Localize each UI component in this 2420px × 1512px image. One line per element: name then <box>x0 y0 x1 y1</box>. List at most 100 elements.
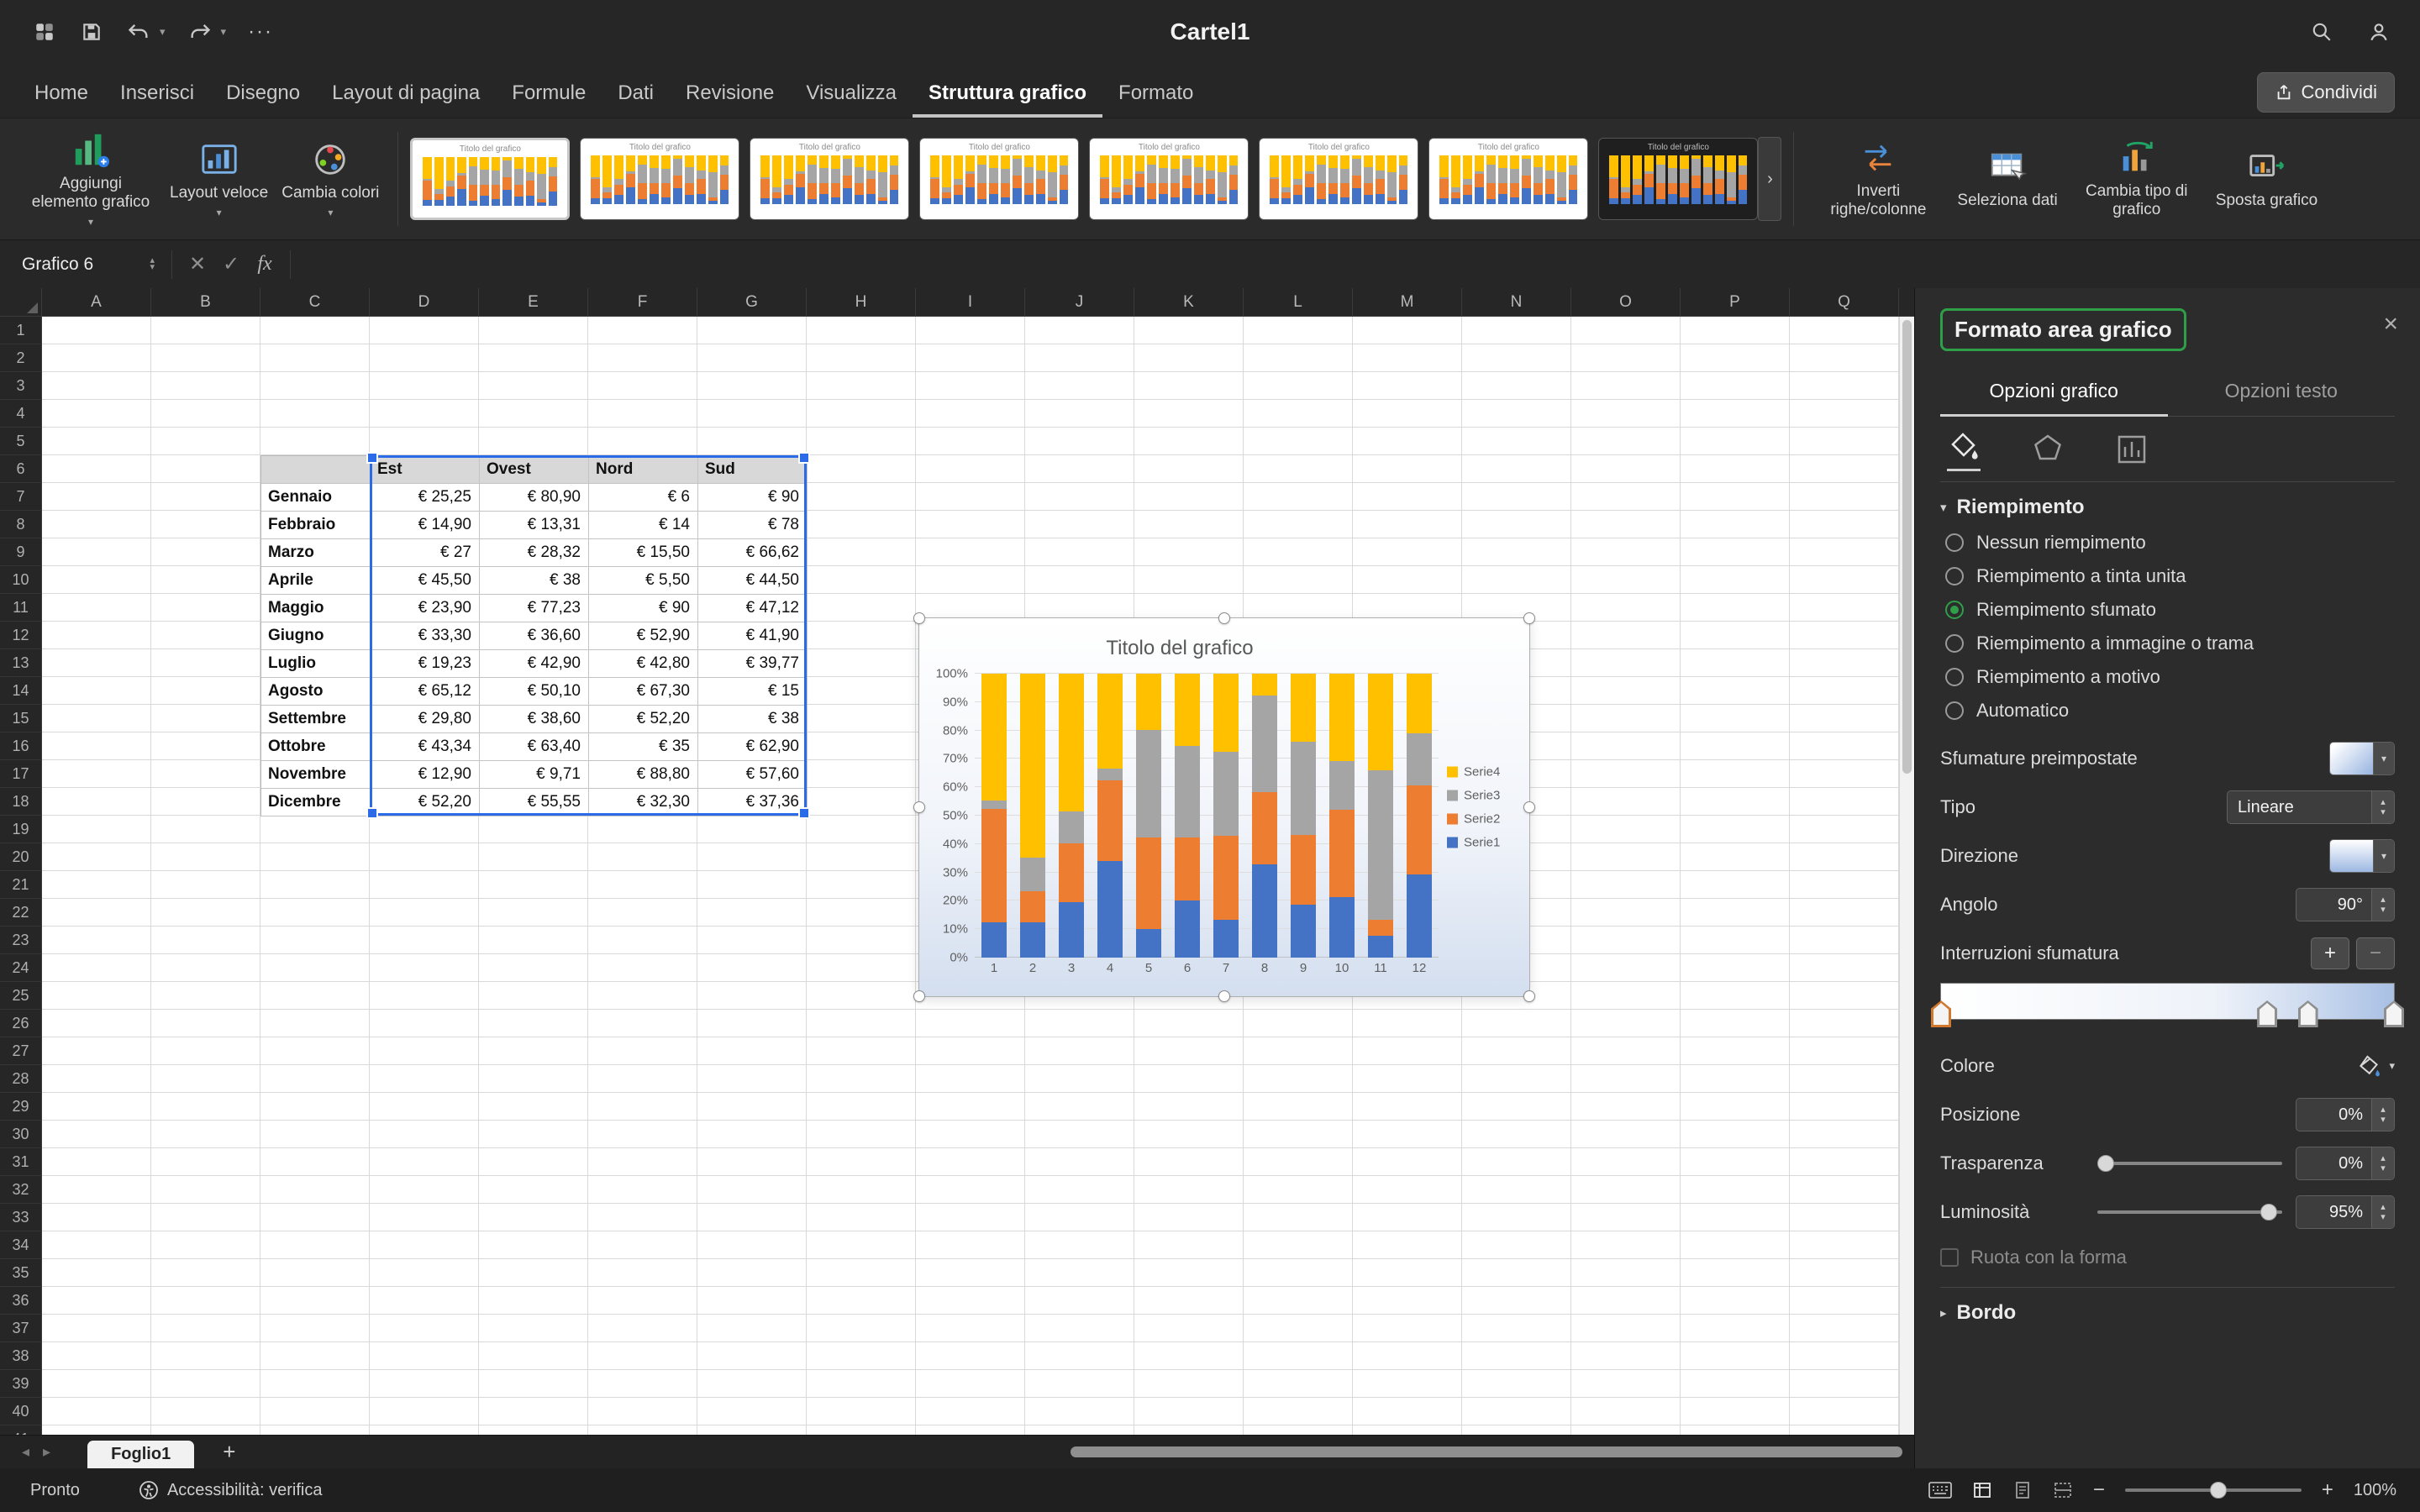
bar-segment-serie4[interactable] <box>1213 674 1239 752</box>
gradient-stop[interactable] <box>2257 1000 2277 1027</box>
chart-resize-handle[interactable] <box>913 801 925 813</box>
column-header-e[interactable]: E <box>479 288 588 317</box>
column-header-f[interactable]: F <box>588 288 697 317</box>
column-header-k[interactable]: K <box>1134 288 1244 317</box>
column-header-a[interactable]: A <box>42 288 151 317</box>
chart-resize-handle[interactable] <box>1218 612 1230 624</box>
select-data-button[interactable]: Seleziona dati <box>1950 143 2064 215</box>
row-header-39[interactable]: 39 <box>0 1370 41 1398</box>
border-section-header[interactable]: ▸ Bordo <box>1940 1301 2395 1325</box>
stepper-arrows-icon[interactable]: ▴▾ <box>2371 1099 2394 1131</box>
row-header-16[interactable]: 16 <box>0 732 41 760</box>
fill-line-icon[interactable] <box>1947 430 1981 471</box>
radio-button[interactable] <box>1945 533 1964 552</box>
close-icon[interactable]: × <box>2383 312 2398 337</box>
value-cell[interactable]: € 52,20 <box>371 789 480 816</box>
zoom-slider[interactable] <box>2125 1488 2302 1492</box>
bar-segment-serie1[interactable] <box>1329 897 1355 958</box>
bar-segment-serie4[interactable] <box>1291 674 1316 742</box>
brightness-stepper[interactable]: 95% ▴▾ <box>2296 1195 2395 1229</box>
add-gradient-stop-button[interactable]: + <box>2311 937 2349 969</box>
gradient-stop[interactable] <box>1931 1000 1951 1027</box>
bar-segment-serie3[interactable] <box>1175 746 1200 837</box>
chart-resize-handle[interactable] <box>913 990 925 1002</box>
name-box[interactable]: Grafico 6 ▴▾ <box>0 255 163 275</box>
bar-segment-serie3[interactable] <box>1368 770 1393 920</box>
value-cell[interactable]: € 50,10 <box>480 678 589 706</box>
chart-object[interactable]: Titolo del grafico 0%10%20%30%40%50%60%7… <box>918 617 1530 997</box>
value-cell[interactable]: € 52,90 <box>589 622 698 650</box>
switch-row-column-button[interactable]: Inverti righe/colonne <box>1806 134 1950 224</box>
row-header-9[interactable]: 9 <box>0 538 41 566</box>
value-cell[interactable]: € 35 <box>589 733 698 761</box>
bar-segment-serie3[interactable] <box>1291 742 1316 835</box>
search-icon[interactable] <box>2309 19 2334 45</box>
row-header-6[interactable]: 6 <box>0 455 41 483</box>
change-colors-button[interactable]: Cambia colori ▾ <box>275 135 386 223</box>
cancel-entry-icon[interactable]: ✕ <box>181 252 214 276</box>
bar-segment-serie3[interactable] <box>1136 730 1161 837</box>
gradient-color-dropdown[interactable]: ▾ <box>2355 1053 2395 1079</box>
chart-bar[interactable] <box>1213 674 1239 958</box>
brightness-slider[interactable] <box>2097 1210 2282 1214</box>
month-cell[interactable]: Dicembre <box>261 789 371 816</box>
chart-style-thumbnail-8[interactable]: Titolo del grafico <box>1598 138 1758 220</box>
gradient-stop-bar[interactable] <box>1940 983 2395 1020</box>
value-cell[interactable]: € 36,60 <box>480 622 589 650</box>
chart-plot-area[interactable]: 0%10%20%30%40%50%60%70%80%90%100% <box>975 674 1439 958</box>
fill-option[interactable]: Riempimento a immagine o trama <box>1945 627 2395 660</box>
value-cell[interactable]: € 13,31 <box>480 512 589 539</box>
chart-title[interactable]: Titolo del grafico <box>919 637 1440 660</box>
tab-home[interactable]: Home <box>18 81 104 118</box>
bar-segment-serie4[interactable] <box>981 674 1007 800</box>
column-header-p[interactable]: P <box>1681 288 1790 317</box>
insert-function-icon[interactable]: fx <box>248 253 281 276</box>
slider-knob[interactable] <box>2260 1204 2277 1221</box>
prev-sheet-icon[interactable]: ◂ <box>22 1443 29 1461</box>
value-cell[interactable]: € 38,60 <box>480 706 589 733</box>
value-cell[interactable]: € 57,60 <box>698 761 808 789</box>
row-header-32[interactable]: 32 <box>0 1176 41 1204</box>
month-cell[interactable]: Febbraio <box>261 512 371 539</box>
save-icon[interactable] <box>79 19 104 45</box>
remove-gradient-stop-button[interactable]: − <box>2356 937 2395 969</box>
chart-bar[interactable] <box>1291 674 1316 958</box>
name-box-spinner-icon[interactable]: ▴▾ <box>150 258 155 270</box>
zoom-level[interactable]: 100% <box>2354 1481 2396 1500</box>
bar-segment-serie4[interactable] <box>1020 674 1045 858</box>
table-header-cell[interactable]: Sud <box>698 456 808 484</box>
gradient-stop[interactable] <box>2384 1000 2404 1027</box>
add-chart-element-button[interactable]: Aggiungi elemento grafico ▾ <box>18 126 163 232</box>
value-cell[interactable]: € 43,34 <box>371 733 480 761</box>
bar-segment-serie2[interactable] <box>1407 785 1432 874</box>
radio-button[interactable] <box>1945 567 1964 585</box>
value-cell[interactable]: € 42,90 <box>480 650 589 678</box>
row-header-1[interactable]: 1 <box>0 317 41 344</box>
chart-bar[interactable] <box>1097 674 1123 958</box>
bar-segment-serie2[interactable] <box>1175 837 1200 900</box>
row-header-27[interactable]: 27 <box>0 1037 41 1065</box>
bar-segment-serie4[interactable] <box>1175 674 1200 746</box>
month-cell[interactable]: Marzo <box>261 539 371 567</box>
confirm-entry-icon[interactable]: ✓ <box>214 252 248 276</box>
select-all-corner[interactable] <box>0 288 42 317</box>
chart-resize-handle[interactable] <box>1218 990 1230 1002</box>
value-cell[interactable]: € 55,55 <box>480 789 589 816</box>
move-chart-button[interactable]: Sposta grafico <box>2209 143 2324 215</box>
bar-segment-serie1[interactable] <box>1291 905 1316 958</box>
horizontal-scrollbar-thumb[interactable] <box>1071 1446 1902 1457</box>
bar-segment-serie1[interactable] <box>1136 929 1161 958</box>
month-cell[interactable]: Gennaio <box>261 484 371 512</box>
row-header-41[interactable]: 41 <box>0 1425 41 1435</box>
chart-style-thumbnail-4[interactable]: Titolo del grafico <box>919 138 1079 220</box>
bar-segment-serie4[interactable] <box>1136 674 1161 730</box>
row-header-17[interactable]: 17 <box>0 760 41 788</box>
bar-segment-serie2[interactable] <box>1020 891 1045 922</box>
change-chart-type-button[interactable]: Cambia tipo di grafico <box>2065 134 2209 224</box>
stepper-arrows-icon[interactable]: ▴▾ <box>2371 1147 2394 1179</box>
row-header-29[interactable]: 29 <box>0 1093 41 1121</box>
tab-formule[interactable]: Formule <box>496 81 602 118</box>
tab-dati[interactable]: Dati <box>602 81 670 118</box>
chart-style-thumbnail-3[interactable]: Titolo del grafico <box>750 138 909 220</box>
value-cell[interactable]: € 66,62 <box>698 539 808 567</box>
